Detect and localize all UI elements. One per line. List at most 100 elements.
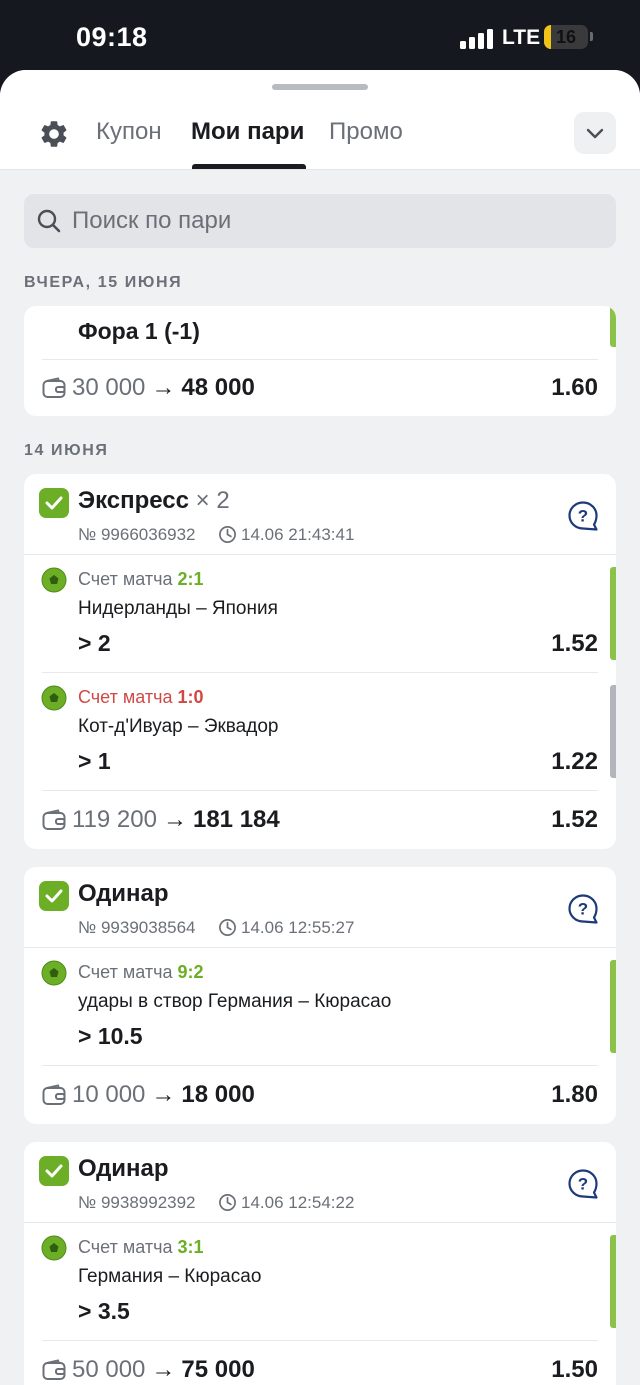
divider bbox=[42, 1065, 598, 1066]
bet-datetime: 14.06 12:54:22 bbox=[241, 1193, 355, 1212]
chevron-down-icon bbox=[586, 128, 604, 139]
help-icon[interactable]: ? bbox=[567, 1168, 599, 1200]
selection-result-bar bbox=[610, 685, 616, 778]
match-score: 1:0 bbox=[177, 687, 204, 707]
soccer-ball-icon bbox=[41, 567, 67, 593]
selection-odds: 1.52 bbox=[551, 630, 598, 657]
total-odds: 1.80 bbox=[551, 1081, 598, 1108]
gear-icon[interactable] bbox=[38, 118, 70, 150]
payout-amount: 75 000 bbox=[181, 1356, 255, 1383]
bet-number: № 9939038564 bbox=[78, 918, 196, 937]
selection-status: Счет матча 2:1 bbox=[78, 569, 204, 590]
tab-promo[interactable]: Промо bbox=[329, 118, 403, 146]
payout-amount: 181 184 bbox=[192, 806, 280, 833]
bet-won-checkbox bbox=[39, 488, 69, 518]
selection-status: Счет матча 9:2 bbox=[78, 962, 204, 983]
network-label: LTE bbox=[502, 26, 541, 49]
payout-amount: 48 000 bbox=[181, 374, 255, 401]
selection-event: удары в створ Германия – Кюрасао bbox=[78, 991, 392, 1012]
check-icon bbox=[45, 496, 63, 510]
divider bbox=[42, 359, 598, 360]
soccer-ball-icon bbox=[41, 1235, 67, 1261]
clock-icon bbox=[219, 526, 236, 543]
status-label: Счет матча bbox=[78, 687, 173, 707]
selection-result-bar bbox=[610, 1235, 616, 1328]
sheet-grabber[interactable] bbox=[272, 84, 368, 90]
bet-multiplier: × 2 bbox=[195, 487, 230, 514]
bet-card-partial[interactable]: Фора 1 (-1) 30 000 → 48 000 1.60 bbox=[24, 306, 616, 416]
total-odds: 1.52 bbox=[551, 806, 598, 833]
match-score: 9:2 bbox=[177, 962, 204, 982]
bet-won-checkbox bbox=[39, 1156, 69, 1186]
total-odds: 1.60 bbox=[551, 374, 598, 401]
wallet-icon bbox=[42, 809, 66, 830]
bet-card[interactable]: Одинар № 9938992392 14.06 12:54:22 ? Сче… bbox=[24, 1142, 616, 1385]
svg-text:?: ? bbox=[578, 507, 588, 526]
selection-event: Кот-д'Ивуар – Эквадор bbox=[78, 716, 279, 737]
bet-datetime: 14.06 12:55:27 bbox=[241, 918, 355, 937]
selection-odds: 1.22 bbox=[551, 748, 598, 775]
divider bbox=[42, 790, 598, 791]
match-score: 2:1 bbox=[177, 569, 204, 589]
arrow-icon: → bbox=[162, 806, 187, 833]
divider bbox=[42, 1340, 598, 1341]
tab-coupon[interactable]: Купон bbox=[96, 118, 162, 146]
stake-payout: 119 200 → 181 184 bbox=[72, 806, 280, 834]
check-icon bbox=[45, 889, 63, 903]
stake-amount: 30 000 bbox=[72, 374, 146, 401]
bet-number: № 9938992392 bbox=[78, 1193, 196, 1212]
status-label: Счет матча bbox=[78, 569, 173, 589]
wallet-icon bbox=[42, 1084, 66, 1105]
payout-amount: 18 000 bbox=[181, 1081, 255, 1108]
svg-text:?: ? bbox=[578, 900, 588, 919]
stake-payout: 50 000 → 75 000 bbox=[72, 1356, 255, 1384]
search-input[interactable] bbox=[72, 194, 602, 248]
tab-my-bets[interactable]: Мои пари bbox=[191, 118, 304, 146]
stake-payout: 30 000 → 48 000 bbox=[72, 374, 255, 402]
bet-type-label: Экспресс bbox=[78, 487, 189, 514]
signal-icon bbox=[460, 29, 494, 49]
svg-text:?: ? bbox=[578, 1175, 588, 1194]
status-bar: 09:18 LTE 16 bbox=[0, 0, 640, 72]
arrow-icon: → bbox=[151, 374, 176, 401]
stake-amount: 50 000 bbox=[72, 1356, 146, 1383]
selection-event: Нидерланды – Япония bbox=[78, 598, 278, 619]
status-label: Счет матча bbox=[78, 1237, 173, 1257]
status-label: Счет матча bbox=[78, 962, 173, 982]
soccer-ball-icon bbox=[41, 685, 67, 711]
clock-icon bbox=[219, 919, 236, 936]
bet-card[interactable]: Одинар № 9939038564 14.06 12:55:27 ? Сче… bbox=[24, 867, 616, 1124]
bet-card[interactable]: Экспресс × 2 № 9966036932 14.06 21:43:41… bbox=[24, 474, 616, 849]
bets-sheet: Купон Мои пари Промо ВЧЕРА, 15 ИЮНЯ Фора… bbox=[0, 70, 640, 1385]
selection-outcome: Фора 1 (-1) bbox=[78, 318, 200, 344]
bet-won-checkbox bbox=[39, 881, 69, 911]
bet-number: № 9966036932 bbox=[78, 525, 196, 544]
soccer-ball-icon bbox=[41, 960, 67, 986]
divider bbox=[24, 1222, 616, 1223]
stake-amount: 10 000 bbox=[72, 1081, 146, 1108]
help-icon[interactable]: ? bbox=[567, 500, 599, 532]
sheet-header: Купон Мои пари Промо bbox=[0, 70, 640, 170]
selection-status: Счет матча 1:0 bbox=[78, 687, 204, 708]
battery-icon: 16 bbox=[544, 25, 588, 49]
selection-status: Счет матча 3:1 bbox=[78, 1237, 204, 1258]
stake-payout: 10 000 → 18 000 bbox=[72, 1081, 255, 1109]
selection-result-bar bbox=[610, 567, 616, 660]
search-icon bbox=[37, 209, 61, 233]
divider bbox=[24, 554, 616, 555]
bet-type: Одинар bbox=[78, 1155, 169, 1182]
stake-amount: 119 200 bbox=[72, 806, 157, 833]
selection-outcome: > 1 bbox=[78, 748, 111, 774]
collapse-button[interactable] bbox=[574, 112, 616, 154]
bet-type: Экспресс × 2 bbox=[78, 487, 230, 515]
search-bar[interactable] bbox=[24, 194, 616, 248]
active-tab-indicator bbox=[192, 164, 306, 169]
clock-icon bbox=[219, 1194, 236, 1211]
battery-level: 16 bbox=[555, 27, 577, 47]
selection-outcome: > 10.5 bbox=[78, 1023, 143, 1049]
bet-datetime: 14.06 21:43:41 bbox=[241, 525, 355, 544]
check-icon bbox=[45, 1164, 63, 1178]
selection-outcome: > 3.5 bbox=[78, 1298, 130, 1324]
arrow-icon: → bbox=[151, 1081, 176, 1108]
help-icon[interactable]: ? bbox=[567, 893, 599, 925]
